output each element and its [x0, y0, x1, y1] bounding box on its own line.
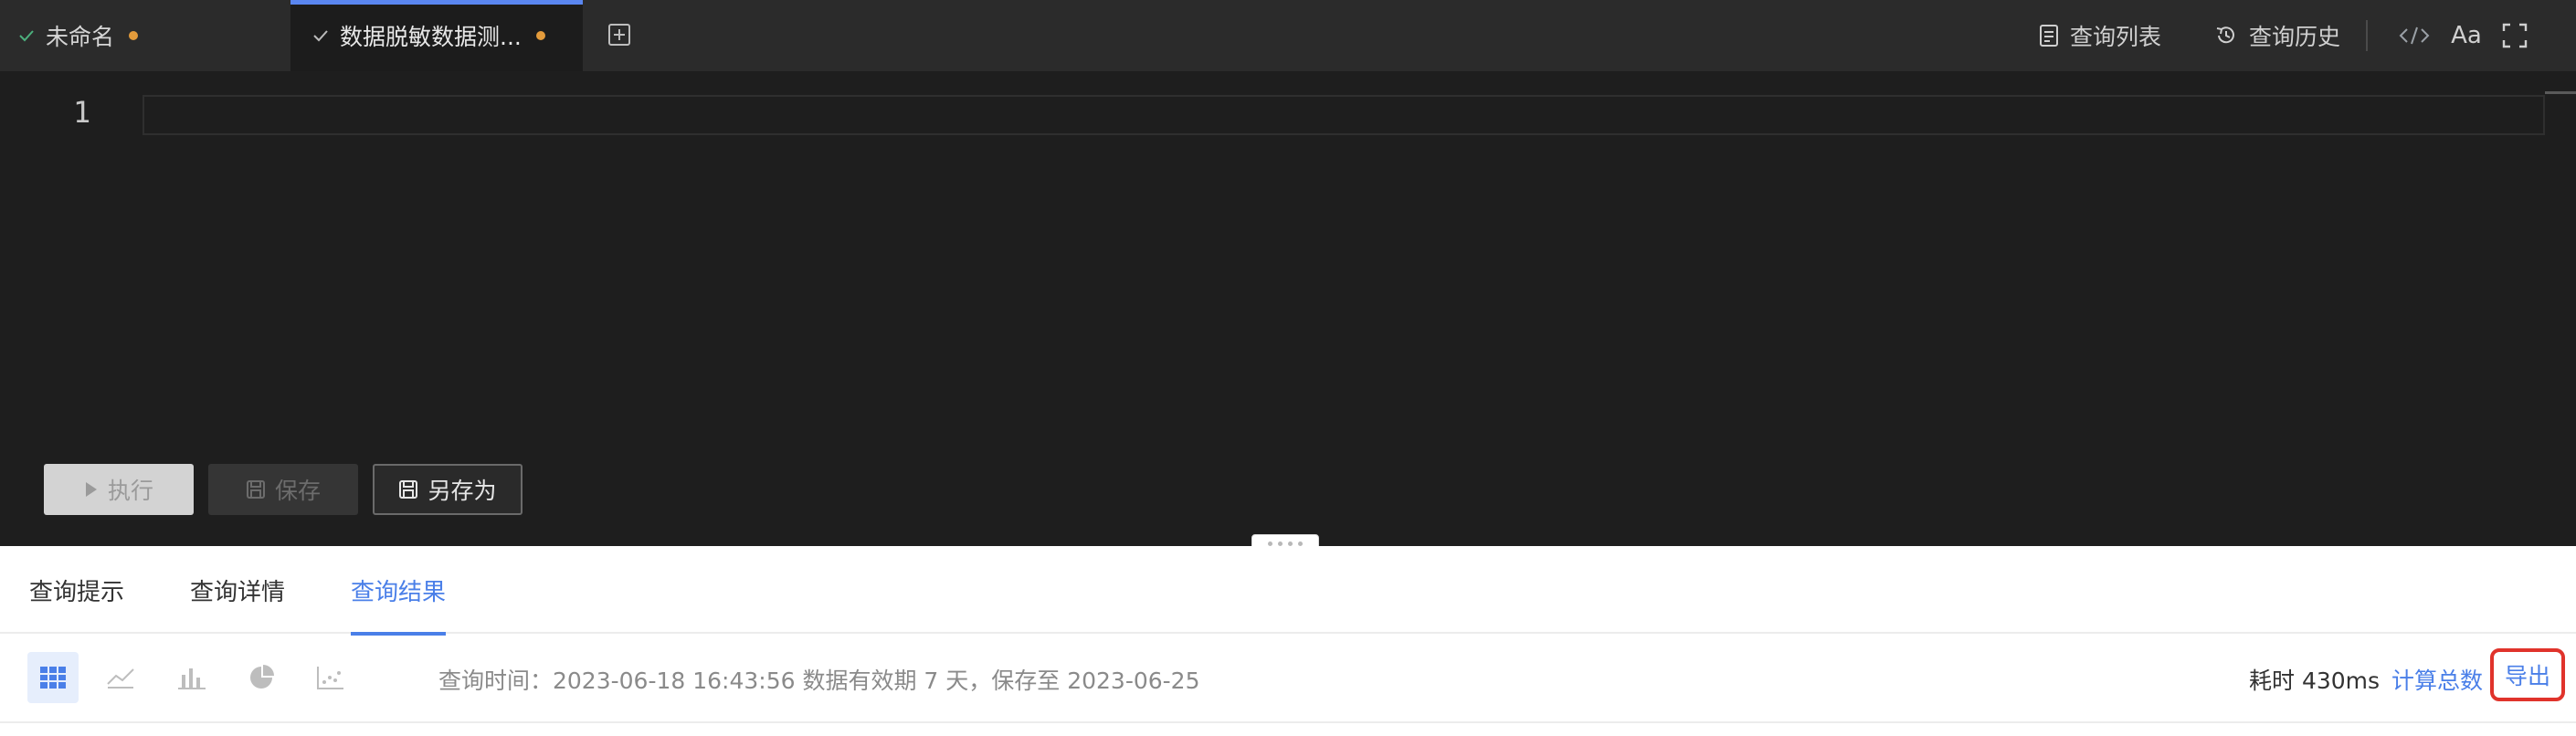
unsaved-dot-icon [535, 31, 545, 40]
run-button[interactable]: 执行 [44, 464, 194, 515]
play-icon [85, 482, 97, 497]
compute-total-link[interactable]: 计算总数 [2391, 636, 2483, 723]
elapsed-time: 耗时 430ms [2249, 668, 2381, 694]
line-chart-icon[interactable] [95, 652, 146, 703]
check-icon [313, 30, 328, 42]
check-icon [19, 30, 34, 42]
query-history-button[interactable]: 查询历史 [2214, 0, 2340, 71]
query-list-label: 查询列表 [2070, 24, 2162, 50]
history-icon [2216, 26, 2234, 44]
query-history-label: 查询历史 [2249, 24, 2341, 50]
tab-data-masking-test[interactable]: 数据脱敏数据测... [290, 0, 583, 71]
pie-chart-icon[interactable] [236, 652, 287, 703]
document-icon [2040, 25, 2058, 47]
tab-label: 未命名 [46, 24, 115, 50]
fullscreen-icon[interactable] [2499, 20, 2530, 51]
save-as-button[interactable]: 另存为 [373, 464, 523, 515]
divider [2366, 20, 2368, 51]
save-button[interactable]: 保存 [208, 464, 358, 515]
tab-untitled[interactable]: 未命名 [0, 0, 290, 71]
tab-label: 数据脱敏数据测... [340, 24, 522, 50]
table-view-icon[interactable] [27, 652, 79, 703]
code-format-icon[interactable] [2397, 20, 2432, 51]
editor-tab-bar: 未命名 数据脱敏数据测... 查询列表 查询历史 Aa [0, 0, 2576, 71]
font-size-label: Aa [2451, 22, 2482, 49]
result-toolbar: 查询时间：2023-06-18 16:43:56 数据有效期 7 天，保存至 2… [0, 636, 2576, 723]
save-label: 保存 [274, 478, 321, 504]
add-tab-icon[interactable] [607, 22, 632, 47]
current-line-highlight[interactable] [143, 95, 2545, 135]
tab-query-results[interactable]: 查询结果 [351, 546, 447, 636]
font-size-button[interactable]: Aa [2448, 20, 2485, 51]
query-info-text: 查询时间：2023-06-18 16:43:56 数据有效期 7 天，保存至 2… [438, 668, 1200, 694]
tab-query-details[interactable]: 查询详情 [190, 546, 285, 634]
save-icon [246, 480, 265, 499]
scatter-chart-icon[interactable] [305, 652, 356, 703]
result-panel-tabs: 查询提示 查询详情 查询结果 [0, 546, 2576, 636]
save-as-icon [399, 480, 418, 499]
query-list-button[interactable]: 查询列表 [2039, 0, 2161, 71]
bar-chart-icon[interactable] [166, 652, 217, 703]
save-as-label: 另存为 [428, 478, 497, 504]
unsaved-dot-icon [129, 31, 139, 40]
line-number: 1 [73, 95, 91, 130]
sql-editor[interactable]: 1 执行 保存 另存为 [0, 71, 2576, 546]
editor-scrollbar[interactable] [2545, 91, 2576, 94]
export-button[interactable]: 导出 [2490, 648, 2565, 701]
run-label: 执行 [107, 478, 153, 504]
tab-query-hints[interactable]: 查询提示 [29, 546, 124, 634]
